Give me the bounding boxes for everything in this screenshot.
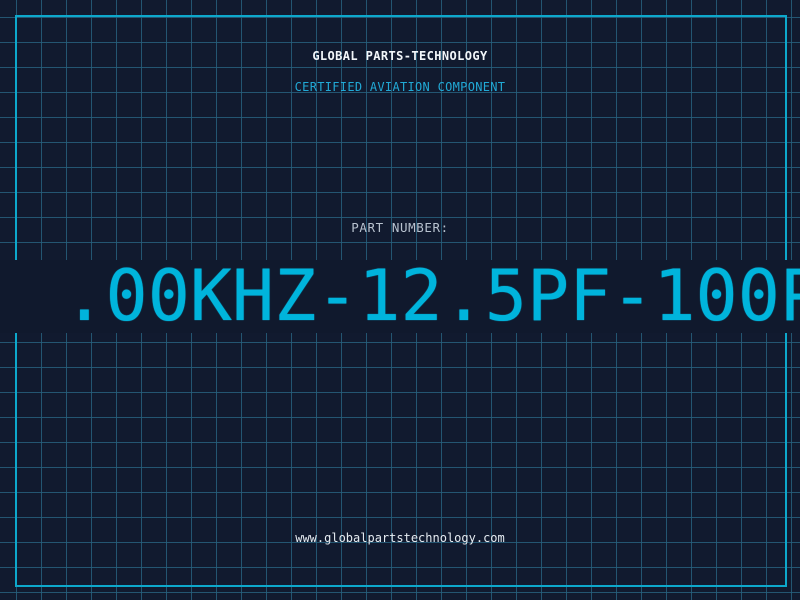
part-number-band: .00KHZ-12.5PF-100P — [0, 260, 800, 333]
brand-name: GLOBAL PARTS-TECHNOLOGY — [312, 49, 488, 63]
certification-subtitle: CERTIFIED AVIATION COMPONENT — [294, 80, 506, 94]
part-number-value: .00KHZ-12.5PF-100P — [63, 260, 800, 333]
part-number-label: PART NUMBER: — [351, 220, 449, 235]
website-link[interactable]: www.globalpartstechnology.com — [0, 531, 800, 545]
part-card: GLOBAL PARTS-TECHNOLOGY CERTIFIED AVIATI… — [0, 0, 800, 600]
